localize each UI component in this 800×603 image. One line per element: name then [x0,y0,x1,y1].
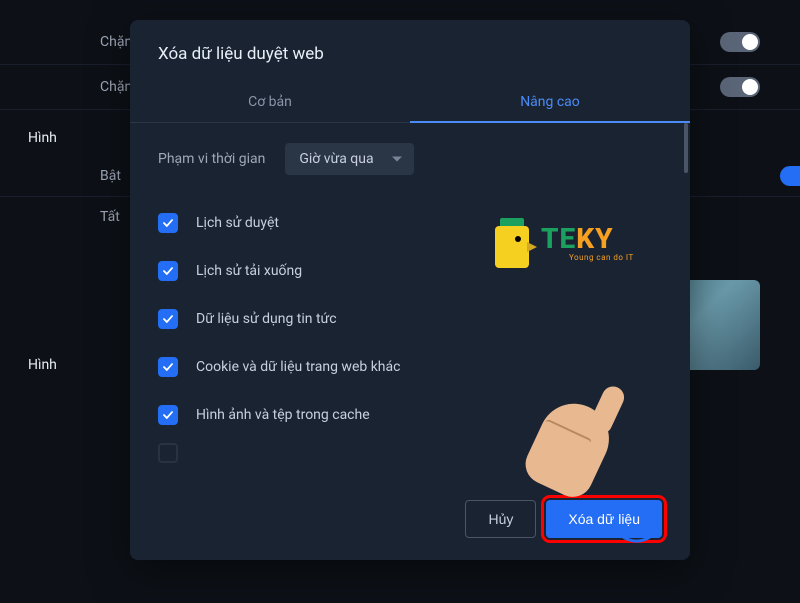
teky-mascot-icon [495,218,537,268]
checkbox-icon[interactable] [158,213,178,233]
time-range-dropdown[interactable]: Giờ vừa qua [285,143,413,175]
setting-label: Chặn [100,34,132,50]
checkbox-icon [158,443,178,463]
checkbox-icon[interactable] [158,261,178,281]
tab-advanced[interactable]: Nâng cao [410,82,690,122]
tab-bar: Cơ bản Nâng cao [130,82,690,123]
teky-name: TEKY [541,225,634,253]
option-label: Hình ảnh và tệp trong cache [196,407,370,423]
dialog-title: Xóa dữ liệu duyệt web [130,20,690,82]
option-label: Dữ liệu sử dụng tin tức [196,311,337,327]
scrollbar[interactable] [684,123,688,173]
teky-logo-watermark: TEKY Young can do IT [495,218,634,268]
teky-tagline: Young can do IT [569,253,634,262]
setting-label: Bật [100,168,121,184]
option-label: Lịch sử duyệt [196,215,279,231]
toggle-switch[interactable] [720,32,760,52]
checkbox-icon[interactable] [158,357,178,377]
tab-basic[interactable]: Cơ bản [130,82,410,122]
option-label: Lịch sử tải xuống [196,263,302,279]
teky-text: TEKY Young can do IT [541,225,634,262]
chevron-down-icon [392,157,402,162]
option-news-data[interactable]: Dữ liệu sử dụng tin tức [158,295,662,343]
time-range-row: Phạm vi thời gian Giờ vừa qua [158,143,662,175]
checkbox-icon[interactable] [158,405,178,425]
toggle-switch-on[interactable] [780,166,800,186]
option-label: Cookie và dữ liệu trang web khác [196,359,400,375]
toggle-switch[interactable] [720,77,760,97]
setting-label: Chặn [100,79,132,95]
cancel-button[interactable]: Hủy [465,500,536,538]
time-range-label: Phạm vi thời gian [158,151,265,167]
setting-label: Tất [100,209,120,225]
checkbox-icon[interactable] [158,309,178,329]
dropdown-selected: Giờ vừa qua [299,151,373,167]
